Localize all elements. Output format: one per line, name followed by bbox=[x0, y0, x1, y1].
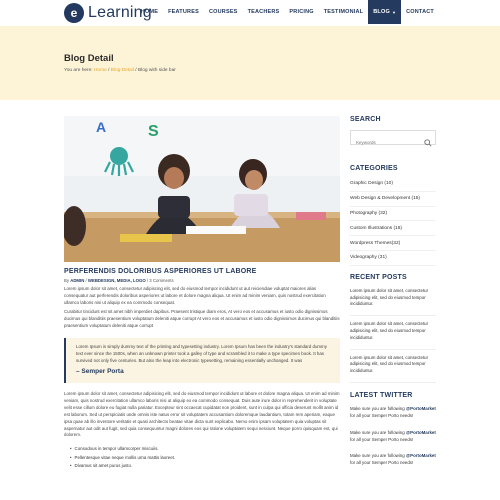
post-featured-image: A S bbox=[64, 116, 340, 262]
list-item: Divamus sit amet purus justo. bbox=[70, 462, 340, 470]
category-link[interactable]: Videography (31) bbox=[350, 251, 436, 266]
post-paragraph: Lorem ipsum dolor sit amet, consectetur … bbox=[64, 286, 326, 305]
category-link[interactable]: Wordpress Themes(32) bbox=[350, 236, 436, 251]
search-box bbox=[350, 130, 436, 149]
recent-posts-heading: RECENT POSTS bbox=[350, 273, 407, 281]
svg-text:S: S bbox=[148, 123, 159, 140]
nav-teachers[interactable]: TEACHERS bbox=[243, 0, 285, 24]
category-link[interactable]: Custom Illustrations (16) bbox=[350, 221, 436, 237]
article: A S PERFERENDIS DOLORIBUS ASPERIORES UT … bbox=[64, 116, 340, 470]
nav-pricing[interactable]: PRICING bbox=[284, 0, 318, 24]
breadcrumb-current: Blog with side bar bbox=[137, 68, 176, 73]
search-heading: SEARCH bbox=[350, 116, 381, 123]
category-link[interactable]: Graphic Design (10) bbox=[350, 177, 436, 192]
page-title-band: Blog Detail You are here: Home / Blog De… bbox=[0, 26, 500, 100]
tweet-item: Make sure you are following @PortoMarket… bbox=[350, 426, 436, 450]
breadcrumb-home[interactable]: Home bbox=[94, 68, 107, 73]
tweet-item: Make sure you are following @PortoMarket… bbox=[350, 449, 436, 473]
nav-home[interactable]: HOME bbox=[136, 0, 163, 24]
category-list: Graphic Design (10) Web Design & Develop… bbox=[350, 177, 436, 266]
post-meta: By ADMIN / WEBDESIGN, MEDIA, LOGO / 3 Co… bbox=[64, 278, 340, 283]
sidebar: SEARCH CATEGORIES Graphic Design (10) We… bbox=[350, 116, 436, 473]
search-input[interactable] bbox=[351, 136, 421, 149]
category-link[interactable]: Photography (32) bbox=[350, 207, 436, 222]
recent-post-link[interactable]: Lorem ipsum dolor sit amet, consectetur … bbox=[350, 283, 436, 317]
page-title: Blog Detail bbox=[64, 53, 114, 64]
nav-testimonial[interactable]: TESTIMONIAL bbox=[319, 0, 368, 24]
caret-down-icon: ▼ bbox=[391, 9, 397, 15]
tweet-text: for all your Semper Porto needs! bbox=[350, 436, 414, 442]
classroom-photo-illustration: A S bbox=[64, 116, 340, 262]
breadcrumb-prefix: You are here: bbox=[64, 68, 94, 73]
list-item: Pellentesque vitae neque mollis urna mat… bbox=[70, 454, 340, 462]
tweet-list: Make sure you are following @PortoMarket… bbox=[350, 402, 436, 473]
tweet-handle-link[interactable]: @PortoMarket bbox=[406, 406, 436, 411]
recent-post-link[interactable]: Lorem ipsum dolor sit amet, consectetur … bbox=[350, 350, 436, 384]
site-header: e Learning HOME FEATURES COURSES TEACHER… bbox=[0, 0, 500, 26]
categories-heading: CATEGORIES bbox=[350, 165, 398, 172]
post-blockquote: Lorem Ipsum is simply dummy text of the … bbox=[64, 337, 340, 384]
breadcrumb: You are here: Home / Blog Detail / Blog … bbox=[64, 68, 176, 73]
tweet-item: Make sure you are following @PortoMarket… bbox=[350, 402, 436, 426]
post-paragraph: Lorem ipsum dolor sit amet, consectetur … bbox=[64, 391, 340, 438]
recent-post-link[interactable]: Lorem ipsum dolor sit amet, consectetur … bbox=[350, 316, 436, 350]
blockquote-text: Lorem Ipsum is simply dummy text of the … bbox=[76, 343, 327, 363]
nav-blog-label: BLOG bbox=[373, 9, 390, 15]
tweet-handle-link[interactable]: @PortoMarket bbox=[406, 453, 436, 458]
logo-mark: e bbox=[64, 3, 84, 23]
tweet-text: for all your Semper Porto needs! bbox=[350, 460, 414, 466]
post-comments-link[interactable]: / 3 Comments bbox=[146, 278, 174, 283]
category-link[interactable]: Web Design & Development (15) bbox=[350, 192, 436, 207]
post-author-link[interactable]: ADMIN bbox=[70, 278, 84, 283]
nav-features[interactable]: FEATURES bbox=[163, 0, 204, 24]
post-title: PERFERENDIS DOLORIBUS ASPERIORES UT LABO… bbox=[64, 268, 257, 275]
nav-blog[interactable]: BLOG ▼ bbox=[368, 0, 402, 24]
tweet-text: for all your Semper Porto needs! bbox=[350, 412, 414, 418]
svg-text:A: A bbox=[96, 119, 106, 135]
tweet-text: Make sure you are following bbox=[350, 406, 406, 412]
tweet-handle-link[interactable]: @PortoMarket bbox=[406, 430, 436, 435]
post-bullet-list: Consodous in tempor ullamcorper miscuiis… bbox=[64, 445, 340, 470]
list-item: Consodous in tempor ullamcorper miscuiis… bbox=[70, 445, 340, 453]
tweet-text: Make sure you are following bbox=[350, 429, 406, 435]
nav-contact[interactable]: CONTACT bbox=[401, 0, 439, 24]
post-tags[interactable]: WEBDESIGN, MEDIA, LOGO bbox=[88, 278, 146, 283]
search-icon[interactable] bbox=[424, 134, 432, 152]
nav-courses[interactable]: COURSES bbox=[204, 0, 243, 24]
tweet-text: Make sure you are following bbox=[350, 453, 406, 459]
recent-posts-list: Lorem ipsum dolor sit amet, consectetur … bbox=[350, 283, 436, 384]
breadcrumb-blog[interactable]: Blog Detail bbox=[111, 68, 134, 73]
post-paragraph: Curabitur tincidunt est sit amet nibh im… bbox=[64, 309, 340, 329]
main-nav: HOME FEATURES COURSES TEACHERS PRICING T… bbox=[136, 0, 439, 24]
twitter-heading: LATEST TWITTER bbox=[350, 392, 413, 400]
blockquote-author: – Semper Porta bbox=[76, 368, 124, 376]
